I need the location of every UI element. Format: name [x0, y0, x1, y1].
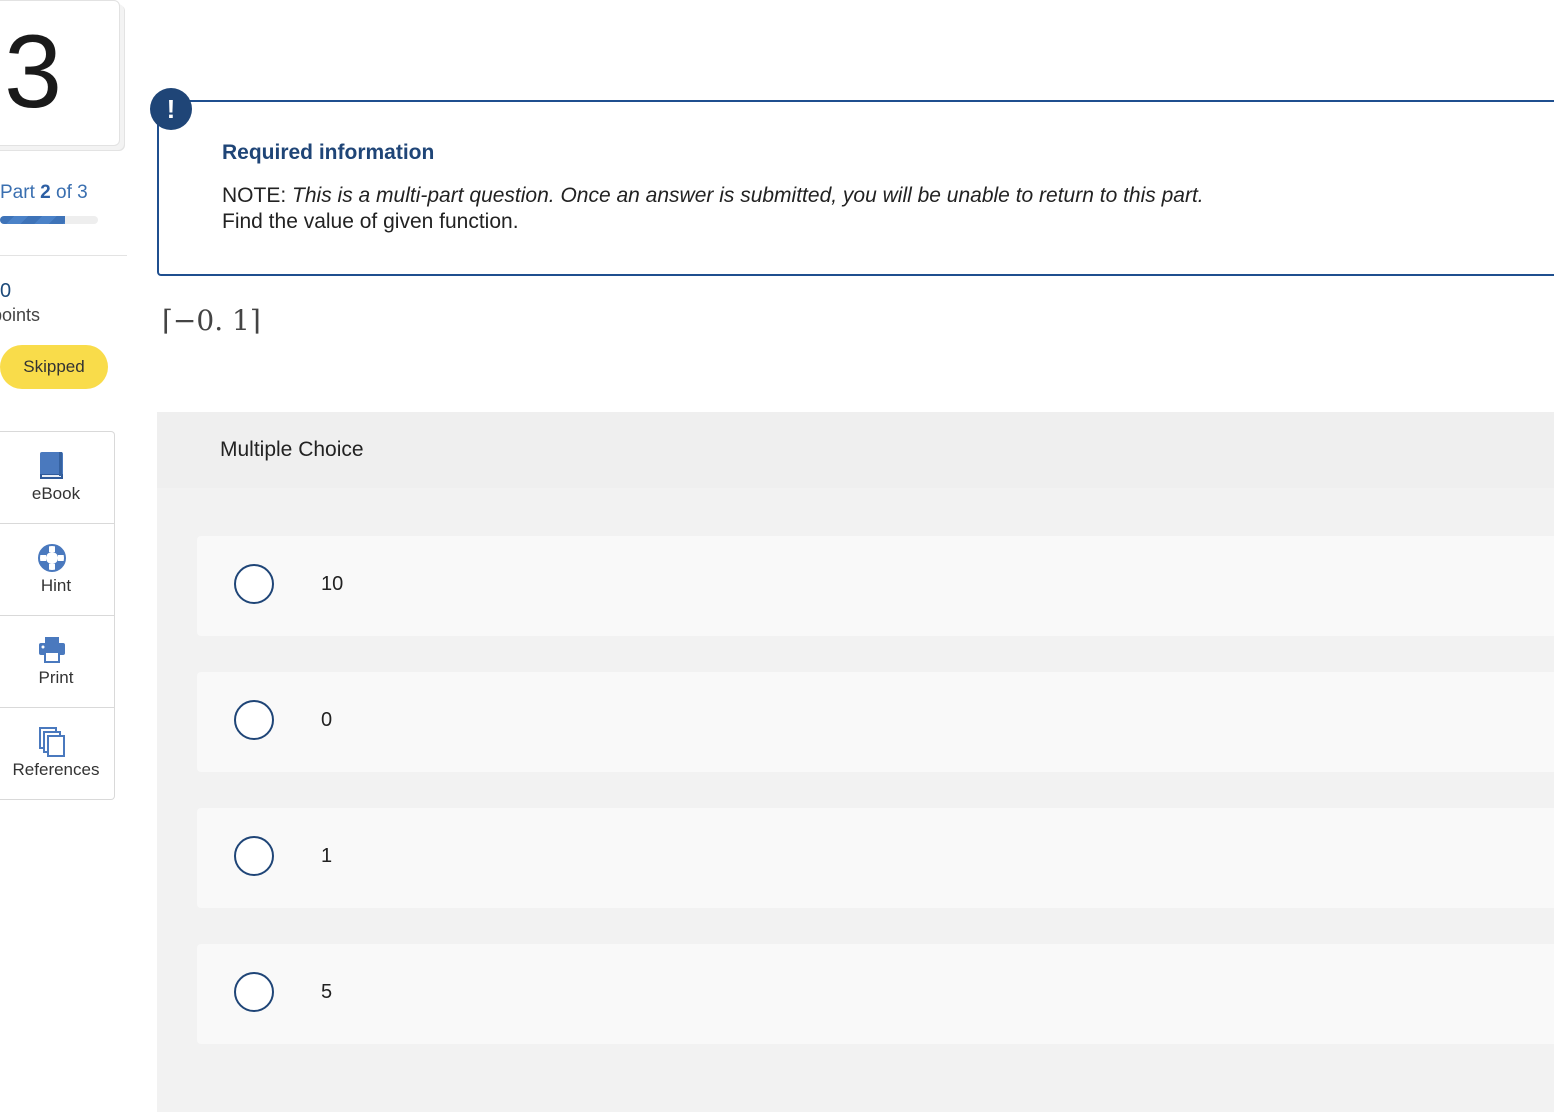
choice-label: 10: [321, 573, 344, 595]
part-prefix: Part: [0, 182, 35, 203]
book-icon: [40, 452, 63, 479]
radio-button[interactable]: [234, 564, 274, 604]
instruction-text: Find the value of given function.: [222, 210, 519, 233]
print-button[interactable]: Print: [0, 616, 114, 708]
multiple-choice-title: Multiple Choice: [220, 438, 364, 461]
required-info-note: NOTE: This is a multi-part question. Onc…: [222, 184, 1204, 208]
part-current: 2: [40, 182, 51, 203]
references-label: References: [12, 760, 100, 779]
ebook-button[interactable]: eBook: [0, 432, 114, 524]
note-prefix: NOTE:: [222, 184, 287, 207]
documents-icon: [39, 727, 65, 757]
status-badge: Skipped: [0, 345, 108, 389]
printer-icon: [39, 637, 65, 663]
radio-button[interactable]: [234, 972, 274, 1012]
tools-panel: eBook Hint Print References: [0, 431, 115, 800]
ebook-label: eBook: [31, 484, 81, 503]
hint-label: Hint: [40, 576, 72, 595]
choice-label: 0: [321, 709, 333, 731]
print-label: Print: [38, 668, 74, 687]
part-indicator: Part 2 of 3: [0, 182, 88, 204]
question-number: 3: [4, 14, 62, 130]
lifebuoy-icon: [38, 544, 66, 572]
references-button[interactable]: References: [0, 708, 114, 799]
choice-label: 1: [321, 845, 333, 867]
divider: [0, 255, 127, 256]
alert-icon: !: [150, 88, 192, 130]
choice-option[interactable]: 10: [197, 536, 1554, 636]
part-progress-fill: [0, 216, 66, 224]
part-suffix: of 3: [56, 182, 88, 203]
choice-label: 5: [321, 981, 333, 1003]
required-info-title: Required information: [222, 141, 435, 164]
points-label: points: [0, 305, 41, 325]
choice-option[interactable]: 0: [197, 672, 1554, 772]
choice-option[interactable]: 5: [197, 944, 1554, 1044]
multiple-choice-panel: Multiple Choice 10 0 1 5: [157, 412, 1554, 1112]
multiple-choice-header: Multiple Choice: [157, 412, 1554, 488]
part-progress-bar: [0, 216, 98, 224]
function-expression: ⌈−0. 1⌉: [162, 304, 261, 337]
points-value: 0: [0, 280, 12, 302]
radio-button[interactable]: [234, 836, 274, 876]
choice-option[interactable]: 1: [197, 808, 1554, 908]
radio-button[interactable]: [234, 700, 274, 740]
note-text: This is a multi-part question. Once an a…: [292, 184, 1204, 207]
question-number-card: 3: [0, 0, 120, 146]
hint-button[interactable]: Hint: [0, 524, 114, 616]
